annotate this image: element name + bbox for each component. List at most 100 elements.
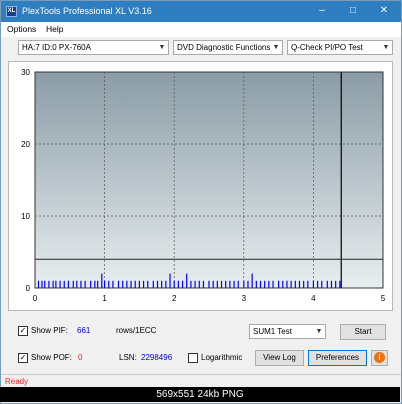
maximize-icon[interactable]: □	[340, 1, 366, 22]
x-tick-label: 1	[102, 294, 107, 303]
pi-bar	[147, 280, 149, 288]
sum-test-value: SUM1 Test	[253, 327, 292, 336]
pi-bar	[59, 280, 61, 288]
pi-bar	[298, 280, 301, 288]
image-caption: 569x551 24kb PNG	[0, 387, 400, 402]
chevron-down-icon: ▼	[315, 328, 323, 335]
pi-bar	[48, 280, 50, 288]
sum-test-select[interactable]: SUM1 Test ▼	[249, 324, 326, 339]
pi-bar	[122, 280, 124, 288]
pi-bar	[108, 280, 110, 288]
y-tick-label: 0	[26, 284, 31, 293]
pi-bar	[126, 280, 128, 288]
x-tick-label: 5	[381, 294, 386, 303]
function-select[interactable]: DVD Diagnostic Functions ▼	[173, 40, 283, 55]
pi-bar	[208, 280, 210, 288]
menu-options[interactable]: Options	[7, 24, 36, 35]
pi-bar	[44, 280, 46, 288]
preferences-button[interactable]: Preferences	[308, 350, 367, 366]
pi-bar	[67, 280, 70, 288]
pi-bar	[101, 273, 103, 288]
pi-bar	[259, 280, 262, 288]
pi-bar	[156, 280, 159, 288]
pi-bar	[264, 280, 266, 288]
chevron-down-icon: ▼	[158, 44, 166, 51]
pi-bar	[220, 280, 223, 288]
pi-bar	[190, 280, 192, 288]
pof-value: 0	[78, 353, 83, 362]
pi-bar	[104, 280, 106, 288]
drive-select[interactable]: HA:7 ID:0 PX-760A ▼	[18, 40, 169, 55]
pi-bar	[194, 280, 196, 288]
logarithmic-label: Logarithmic	[201, 353, 243, 362]
pi-bar	[251, 273, 253, 288]
function-select-value: DVD Diagnostic Functions	[177, 43, 271, 52]
pi-bar	[321, 280, 323, 288]
controls-panel: ✓ Show PIF: 661 rows/1ECC ✓ Show POF: 0 …	[8, 315, 393, 373]
pi-bar	[290, 280, 292, 288]
status-bar: Ready	[1, 374, 401, 388]
pi-bar	[326, 280, 328, 288]
pi-bar	[161, 280, 163, 288]
y-tick-label: 20	[21, 140, 30, 149]
minimize-icon[interactable]: –	[309, 1, 335, 22]
pi-bar	[90, 280, 92, 288]
pi-bar	[243, 280, 245, 288]
pi-bar	[173, 280, 175, 288]
pi-bar	[152, 280, 154, 288]
pi-bar	[181, 280, 184, 288]
pi-bar	[212, 280, 214, 288]
pi-bar	[330, 280, 333, 288]
plot-area	[34, 71, 384, 289]
pi-bar	[112, 280, 114, 288]
view-log-button[interactable]: View Log	[255, 350, 304, 366]
y-tick-label: 30	[21, 68, 30, 77]
title-bar: XL PlexTools Professional XL V3.16 – □ ✕	[1, 1, 401, 22]
pi-bar	[316, 280, 319, 288]
test-select-value: Q-Check PI/PO Test	[291, 43, 363, 52]
pi-bar	[198, 280, 200, 288]
show-pof-checkbox[interactable]: ✓	[18, 353, 28, 363]
show-pof-label: Show POF:	[31, 353, 72, 362]
pi-bar	[255, 280, 257, 288]
x-tick-label: 4	[311, 294, 316, 303]
pi-bar	[307, 280, 309, 288]
x-tick-label: 3	[242, 294, 247, 303]
menu-bar: Options Help	[1, 22, 401, 37]
pi-bar	[202, 280, 205, 288]
show-pif-checkbox[interactable]: ✓	[18, 326, 28, 336]
start-button[interactable]: Start	[340, 324, 386, 340]
pi-bar	[229, 280, 231, 288]
test-select[interactable]: Q-Check PI/PO Test ▼	[287, 40, 393, 55]
pi-bar	[272, 280, 274, 288]
pi-bar	[216, 280, 218, 288]
pi-bar	[312, 280, 314, 288]
pi-bar	[177, 280, 179, 288]
info-icon[interactable]: i	[371, 350, 388, 366]
pi-bar	[63, 280, 65, 288]
show-pif-label: Show PIF:	[31, 326, 68, 335]
pi-bar	[286, 280, 288, 288]
pi-bar	[268, 280, 270, 288]
pi-bar	[237, 280, 239, 288]
lsn-value: 2298496	[141, 353, 173, 362]
pi-bar	[169, 273, 171, 288]
pi-bar	[339, 280, 341, 288]
menu-help[interactable]: Help	[46, 24, 63, 35]
y-tick-label: 10	[21, 212, 30, 221]
pi-bar	[303, 280, 305, 288]
pi-bar	[117, 280, 120, 288]
pi-bar	[138, 280, 140, 288]
chevron-down-icon: ▼	[272, 44, 280, 51]
pi-bar	[94, 280, 96, 288]
pi-bar	[72, 280, 74, 288]
drive-select-value: HA:7 ID:0 PX-760A	[22, 43, 91, 52]
pi-bar	[142, 280, 145, 288]
logarithmic-checkbox[interactable]	[188, 353, 198, 363]
pi-bar	[186, 273, 188, 288]
x-tick-label: 2	[172, 294, 177, 303]
pi-bar	[130, 280, 132, 288]
pi-bar	[97, 280, 99, 288]
close-icon[interactable]: ✕	[371, 1, 397, 22]
pi-bar	[225, 280, 227, 288]
